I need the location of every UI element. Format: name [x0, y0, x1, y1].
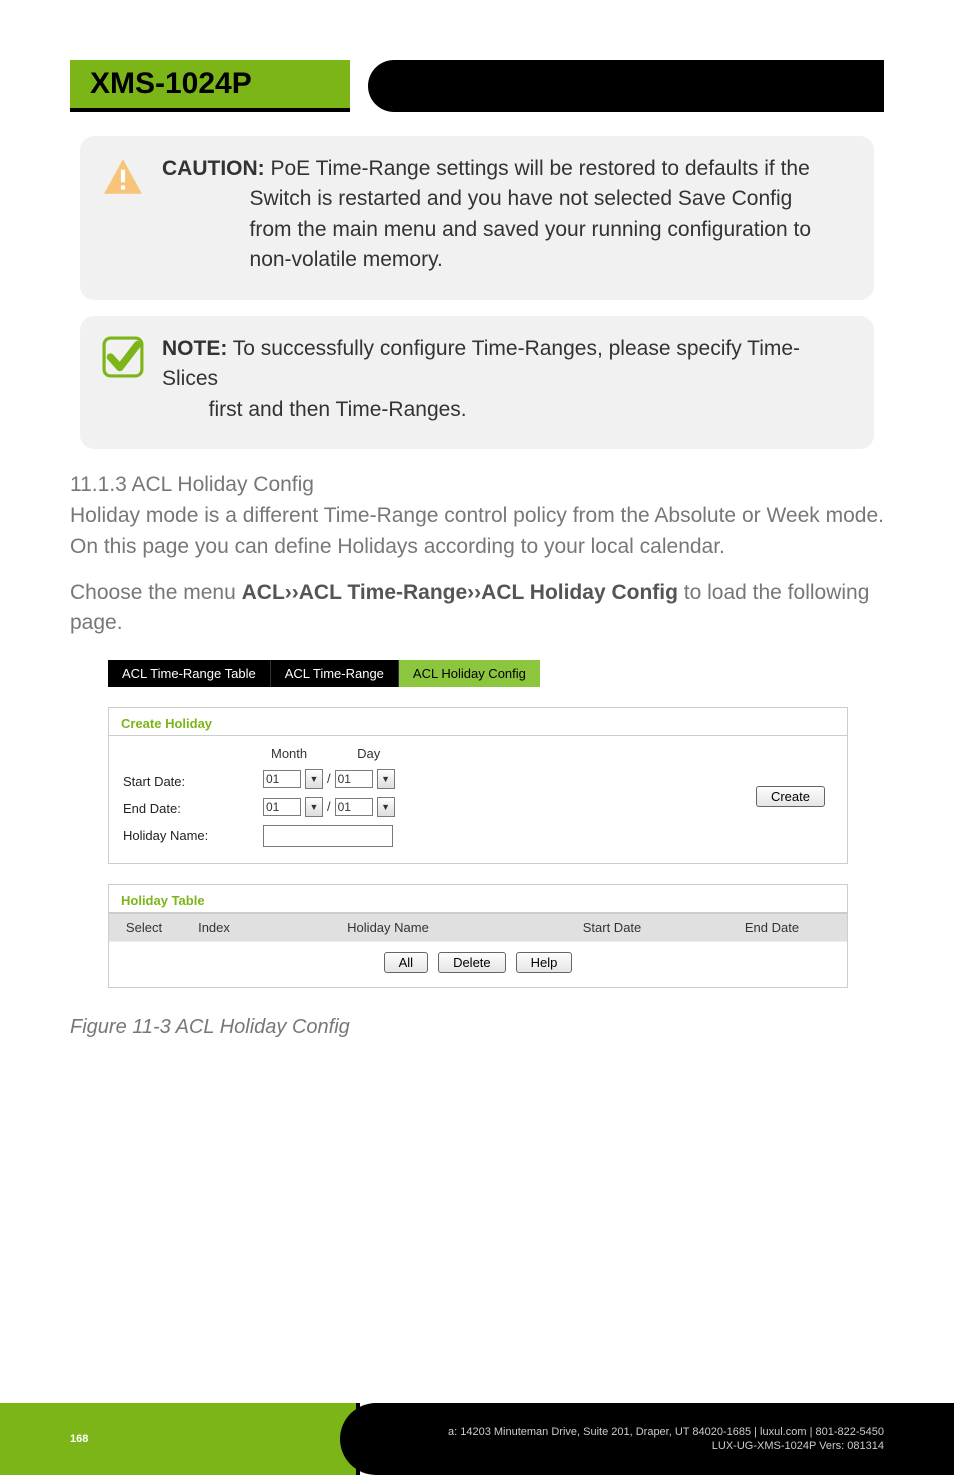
footer-address: a: 14203 Minuteman Drive, Suite 201, Dra… [448, 1426, 884, 1438]
note-callout: NOTE: To successfully configure Time-Ran… [80, 316, 874, 449]
page-footer: 168 a: 14203 Minuteman Drive, Suite 201,… [0, 1403, 954, 1475]
start-day-select[interactable]: 01 [335, 770, 373, 788]
acl-holiday-config-panel: ACL Time-Range Table ACL Time-Range ACL … [108, 657, 848, 988]
section-heading: 11.1.3 ACL Holiday Config [70, 473, 884, 497]
help-button[interactable]: Help [516, 952, 573, 973]
date-separator: / [327, 771, 331, 786]
page-number: 168 [0, 1403, 360, 1475]
date-separator: / [327, 799, 331, 814]
tab-acl-time-range-table[interactable]: ACL Time-Range Table [108, 660, 271, 687]
note-text: To successfully configure Time-Ranges, p… [162, 337, 800, 421]
col-start-date: Start Date [527, 914, 697, 941]
all-button[interactable]: All [384, 952, 428, 973]
menu-path: ACL››ACL Time-Range››ACL Holiday Config [242, 581, 678, 604]
footer-info: a: 14203 Minuteman Drive, Suite 201, Dra… [340, 1403, 954, 1475]
delete-button[interactable]: Delete [438, 952, 506, 973]
caution-label: CAUTION: [162, 157, 265, 180]
product-header: XMS-1024P [70, 60, 884, 112]
chevron-down-icon[interactable]: ▼ [305, 797, 323, 817]
tab-acl-time-range[interactable]: ACL Time-Range [271, 660, 399, 687]
col-holiday-name: Holiday Name [249, 914, 527, 941]
holiday-table-title: Holiday Table [109, 885, 847, 913]
holiday-name-input[interactable] [263, 825, 393, 847]
start-date-row: 01 ▼ / 01 ▼ [263, 769, 493, 789]
chevron-down-icon[interactable]: ▼ [377, 769, 395, 789]
note-label: NOTE: [162, 337, 227, 360]
end-date-row: 01 ▼ / 01 ▼ [263, 797, 493, 817]
choose-prefix: Choose the menu [70, 581, 242, 604]
day-header: Day [357, 746, 380, 761]
menu-path-instruction: Choose the menu ACL››ACL Time-Range››ACL… [70, 578, 884, 639]
end-date-label: End Date: [123, 801, 253, 816]
col-select: Select [109, 914, 179, 941]
note-body: NOTE: To successfully configure Time-Ran… [162, 334, 852, 425]
create-holiday-title: Create Holiday [109, 708, 847, 736]
caution-callout: CAUTION: PoE Time-Range settings will be… [80, 136, 874, 300]
end-day-select[interactable]: 01 [335, 798, 373, 816]
holiday-table-card: Holiday Table Select Index Holiday Name … [108, 884, 848, 988]
section-intro: Holiday mode is a different Time-Range c… [70, 501, 884, 562]
figure-caption: Figure 11-3 ACL Holiday Config [70, 1016, 884, 1039]
col-index: Index [179, 914, 249, 941]
caution-body: CAUTION: PoE Time-Range settings will be… [162, 154, 811, 276]
product-model-badge: XMS-1024P [70, 60, 350, 112]
start-date-label: Start Date: [123, 774, 253, 789]
tab-row: ACL Time-Range Table ACL Time-Range ACL … [108, 657, 848, 687]
header-dark-bar [368, 60, 884, 112]
checkmark-icon [102, 336, 144, 378]
month-header: Month [271, 746, 307, 761]
create-button[interactable]: Create [756, 786, 825, 807]
col-end-date: End Date [697, 914, 847, 941]
tab-acl-holiday-config[interactable]: ACL Holiday Config [399, 660, 540, 687]
holiday-name-label: Holiday Name: [123, 828, 253, 843]
chevron-down-icon[interactable]: ▼ [305, 769, 323, 789]
start-month-select[interactable]: 01 [263, 770, 301, 788]
table-button-row: All Delete Help [109, 941, 847, 987]
chevron-down-icon[interactable]: ▼ [377, 797, 395, 817]
end-month-select[interactable]: 01 [263, 798, 301, 816]
holiday-table-header: Select Index Holiday Name Start Date End… [109, 913, 847, 941]
create-holiday-card: Create Holiday Start Date: End Date: Hol… [108, 707, 848, 864]
warning-icon [102, 156, 144, 198]
footer-docinfo: LUX-UG-XMS-1024P Vers: 081314 [712, 1440, 884, 1452]
